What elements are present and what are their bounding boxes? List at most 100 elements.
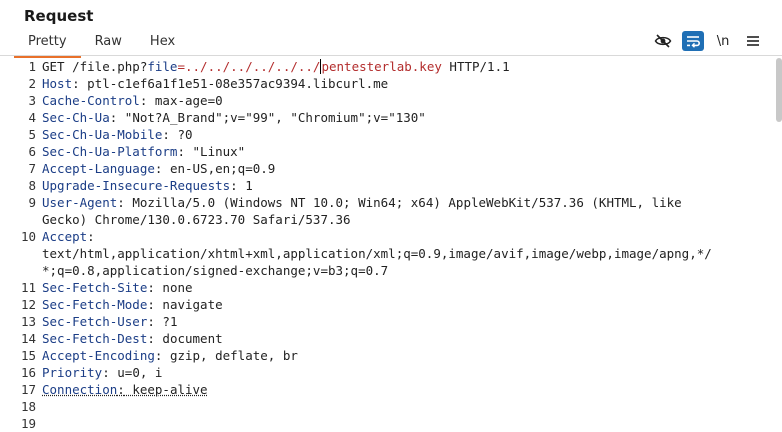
param-eq: = (177, 59, 185, 74)
header-name: Sec-Ch-Ua-Platform (42, 144, 178, 159)
show-newlines-button[interactable]: \n (712, 31, 734, 51)
header-name: Accept-Language (42, 161, 155, 176)
header-colon: : (117, 195, 125, 210)
code-text: Sec-Ch-Ua-Mobile: ?0 (42, 126, 770, 143)
header-value: none (154, 280, 193, 295)
editor-toolbar: \n (644, 31, 764, 51)
line-number: 18 (20, 399, 36, 414)
header-name: Priority (42, 365, 103, 380)
header-name: Sec-Fetch-Mode (42, 297, 148, 312)
header-colon: : (147, 314, 155, 329)
header-colon: : (177, 144, 185, 159)
header-entry: Sec-Fetch-Site: none (42, 280, 193, 295)
line-number: 15 (20, 348, 36, 363)
newline-label: \n (716, 33, 730, 49)
code-text: Cache-Control: max-age=0 (42, 92, 770, 109)
hide-eye-icon[interactable] (652, 31, 674, 51)
line-number: 6 (28, 144, 36, 159)
header-colon: : (147, 331, 155, 346)
line-number: 13 (20, 314, 36, 329)
header-name: Sec-Fetch-Dest (42, 331, 148, 346)
protocol: HTTP/1.1 (441, 59, 510, 74)
line-number: 7 (28, 161, 36, 176)
header-colon: : (72, 76, 80, 91)
code-text: User-Agent: Mozilla/5.0 (Windows NT 10.0… (42, 194, 770, 211)
header-value: ?0 (169, 127, 193, 142)
header-colon: : (117, 382, 125, 397)
header-value: "Linux" (185, 144, 246, 159)
header-name: Sec-Fetch-User (42, 314, 148, 329)
request-editor[interactable]: 1 GET /file.php?file=../../../../../../p… (14, 58, 782, 431)
header-name: Accept-Encoding (42, 348, 155, 363)
header-value: u=0, i (109, 365, 163, 380)
code-text: Accept-Language: en-US,en;q=0.9 (42, 160, 770, 177)
line-number: 19 (20, 416, 36, 431)
line-number: 17 (20, 382, 36, 397)
header-entry: Accept-Encoding: gzip, deflate, br (42, 348, 298, 363)
tab-pretty[interactable]: Pretty (14, 30, 81, 58)
header-value: en-US,en;q=0.9 (162, 161, 276, 176)
line-number: 16 (20, 365, 36, 380)
header-entry: Sec-Ch-Ua: "Not?A_Brand";v="99", "Chromi… (42, 110, 426, 125)
header-value-continuation: *;q=0.8,application/signed-exchange;v=b3… (42, 263, 389, 278)
header-entry: Sec-Ch-Ua-Mobile: ?0 (42, 127, 193, 142)
code-text: *;q=0.8,application/signed-exchange;v=b3… (42, 262, 770, 279)
header-name: Sec-Ch-Ua (42, 110, 110, 125)
line-number: 10 (20, 229, 36, 244)
view-tabs: Pretty Raw Hex (14, 30, 189, 58)
header-entry: Priority: u=0, i (42, 365, 162, 380)
header-name: Host (42, 76, 73, 91)
code-text: Gecko) Chrome/130.0.6723.70 Safari/537.3… (42, 211, 770, 228)
header-entry: Host: ptl-c1ef6a1f1e51-08e357ac9394.libc… (42, 76, 388, 91)
header-value: document (154, 331, 223, 346)
wrap-lines-icon[interactable] (682, 31, 704, 51)
code-text: Accept-Encoding: gzip, deflate, br (42, 347, 770, 364)
header-value: "Not?A_Brand";v="99", "Chromium";v="130" (117, 110, 426, 125)
menu-icon[interactable] (742, 31, 764, 51)
header-name: Upgrade-Insecure-Requests (42, 178, 231, 193)
panel-title: Request (24, 7, 94, 25)
code-text: Sec-Fetch-Dest: document (42, 330, 770, 347)
code-text: Sec-Fetch-Mode: navigate (42, 296, 770, 313)
header-entry: Sec-Fetch-Dest: document (42, 331, 223, 346)
tab-raw[interactable]: Raw (81, 30, 136, 55)
header-name: User-Agent (42, 195, 118, 210)
header-value-continuation: Gecko) Chrome/130.0.6723.70 Safari/537.3… (42, 212, 351, 227)
tab-hex[interactable]: Hex (136, 30, 189, 55)
header-colon: : (102, 365, 110, 380)
header-name: Cache-Control (42, 93, 140, 108)
code-text: Sec-Fetch-User: ?1 (42, 313, 770, 330)
line-number: 9 (28, 195, 36, 210)
header-value: gzip, deflate, br (162, 348, 298, 363)
request-line: GET /file.php?file=../../../../../../pen… (42, 58, 770, 75)
line-number: 11 (20, 280, 36, 295)
code-text: Host: ptl-c1ef6a1f1e51-08e357ac9394.libc… (42, 75, 770, 92)
header-value: keep-alive (124, 382, 208, 397)
code-text: Sec-Fetch-Site: none (42, 279, 770, 296)
header-name: Accept (42, 229, 88, 244)
line-number: 12 (20, 297, 36, 312)
header-name: Sec-Fetch-Site (42, 280, 148, 295)
code-text: Sec-Ch-Ua: "Not?A_Brand";v="99", "Chromi… (42, 109, 770, 126)
header-colon: : (230, 178, 238, 193)
header-value-continuation: text/html,application/xhtml+xml,applicat… (42, 246, 712, 261)
vertical-scrollbar[interactable] (776, 58, 782, 122)
line-number: 14 (20, 331, 36, 346)
header-name: Connection (42, 382, 118, 397)
header-name: Sec-Ch-Ua-Mobile (42, 127, 163, 142)
header-value: ptl-c1ef6a1f1e51-08e357ac9394.libcurl.me (79, 76, 389, 91)
header-entry: Sec-Fetch-User: ?1 (42, 314, 177, 329)
header-entry: Connection: keep-alive (42, 382, 208, 397)
line-number: 5 (28, 127, 36, 142)
header-entry: Accept-Language: en-US,en;q=0.9 (42, 161, 275, 176)
header-value: max-age=0 (147, 93, 223, 108)
code-text: Priority: u=0, i (42, 364, 770, 381)
header-colon: : (87, 229, 95, 244)
code-text: Accept: (42, 228, 770, 245)
line-number: 8 (28, 178, 36, 193)
code-text: Sec-Ch-Ua-Platform: "Linux" (42, 143, 770, 160)
code-text: Upgrade-Insecure-Requests: 1 (42, 177, 770, 194)
header-value: Mozilla/5.0 (Windows NT 10.0; Win64; x64… (124, 195, 682, 210)
header-entry: Accept: (42, 229, 95, 244)
header-colon: : (162, 127, 170, 142)
